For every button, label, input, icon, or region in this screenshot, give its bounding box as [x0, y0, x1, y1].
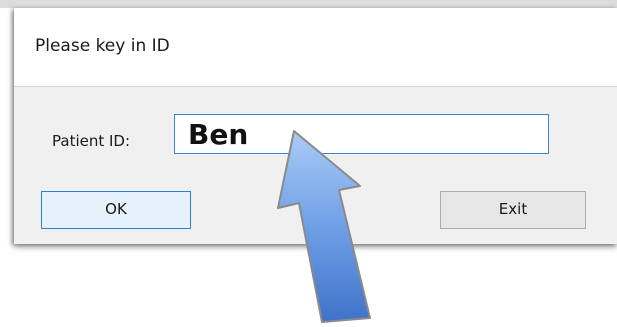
exit-button[interactable]: Exit	[440, 191, 586, 229]
dialog-title: Please key in ID	[35, 36, 170, 56]
screenshot-page: Please key in ID Patient ID: OK Exit	[0, 0, 617, 327]
dialog-titlebar: Please key in ID	[14, 8, 617, 87]
patient-id-input[interactable]	[174, 114, 549, 154]
ok-button[interactable]: OK	[41, 191, 191, 229]
window-edge	[0, 0, 617, 8]
key-in-id-dialog: Please key in ID Patient ID: OK Exit	[14, 8, 617, 244]
patient-id-label: Patient ID:	[52, 132, 131, 150]
